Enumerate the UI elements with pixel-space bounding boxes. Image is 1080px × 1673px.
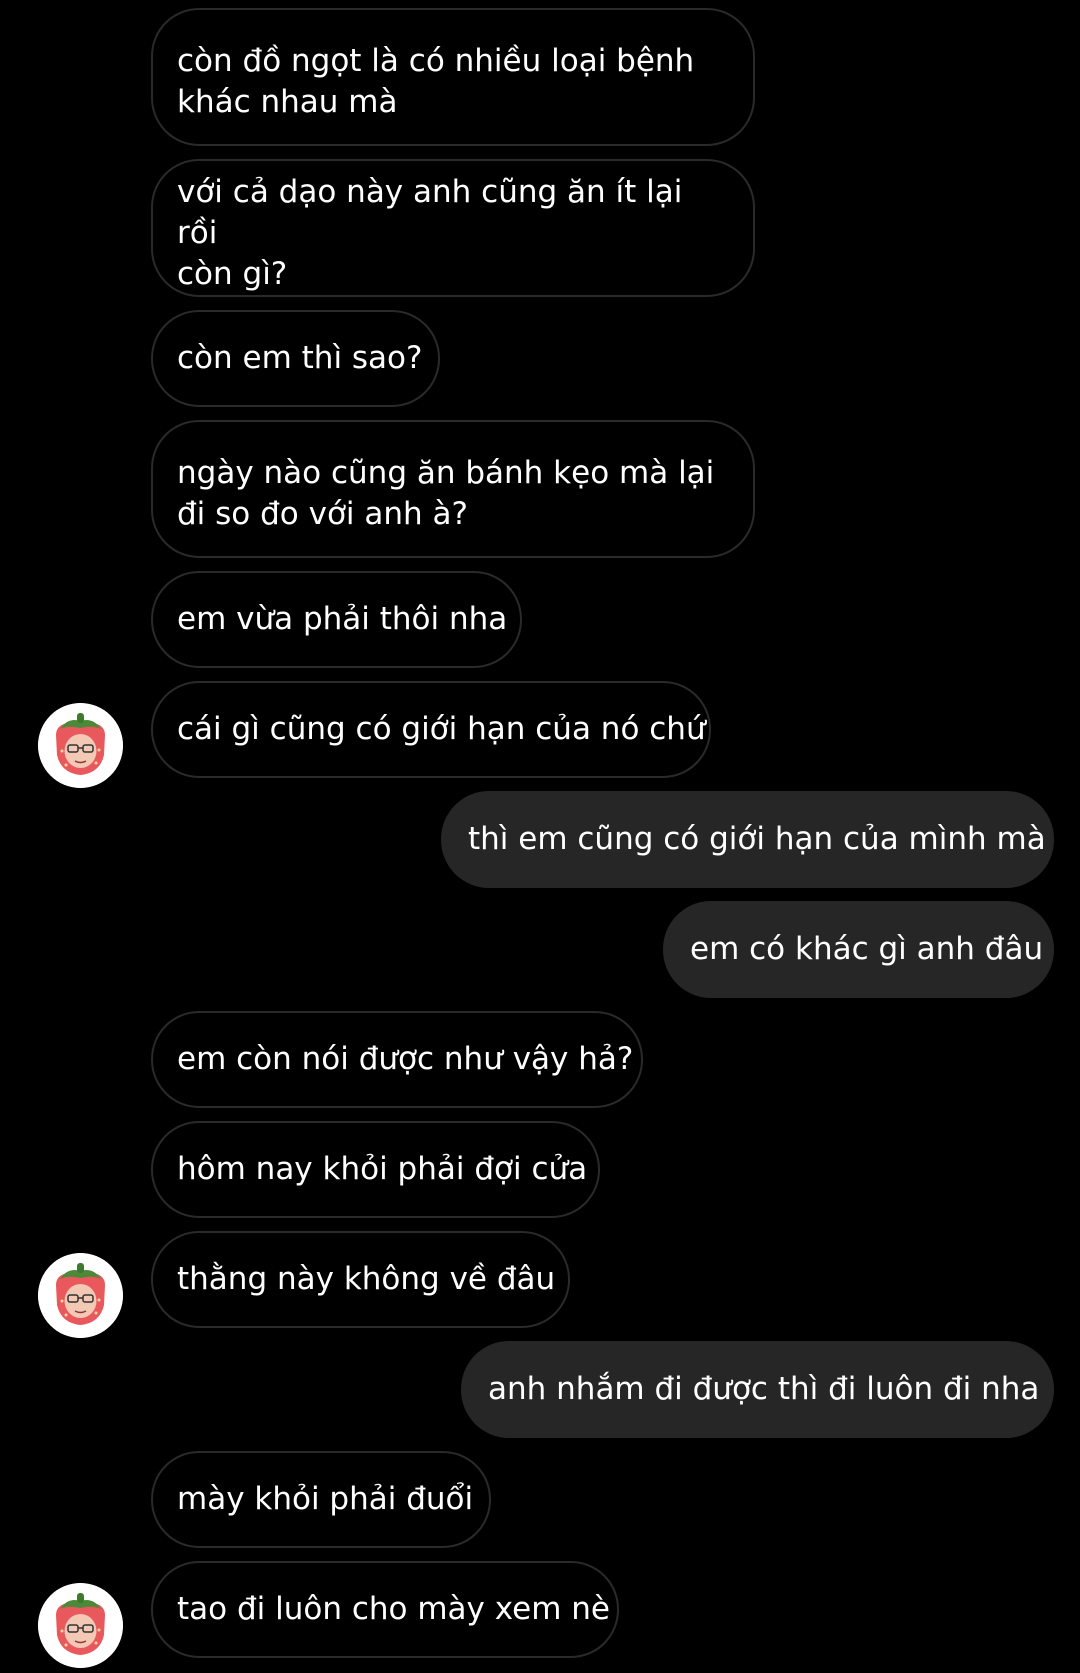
- message-text: mày khỏi phải đuổi: [177, 1481, 474, 1517]
- message-thread[interactable]: còn đồ ngọt là có nhiều loại bệnh khác n…: [0, 0, 1080, 1673]
- message-bubble-incoming[interactable]: em vừa phải thôi nha: [151, 571, 522, 668]
- message-text: em vừa phải thôi nha: [177, 601, 508, 637]
- message-text: thằng này không về đâu: [177, 1261, 556, 1297]
- strawberry-character-avatar-icon: [38, 1583, 123, 1668]
- strawberry-character-avatar-icon: [38, 1253, 123, 1338]
- message-bubble-outgoing[interactable]: anh nhắm đi được thì đi luôn đi nha: [461, 1341, 1054, 1438]
- message-text: hôm nay khỏi phải đợi cửa: [177, 1151, 588, 1187]
- strawberry-character-avatar-icon: [38, 703, 123, 788]
- message-text: còn em thì sao?: [177, 340, 423, 376]
- message-text: cái gì cũng có giới hạn của nó chứ: [177, 711, 706, 747]
- message-text: với cả dạo này anh cũng ăn ít lại rồi cò…: [177, 173, 683, 292]
- message-bubble-incoming[interactable]: hôm nay khỏi phải đợi cửa: [151, 1121, 600, 1218]
- message-bubble-incoming[interactable]: còn đồ ngọt là có nhiều loại bệnh khác n…: [151, 8, 755, 146]
- message-bubble-outgoing[interactable]: em có khác gì anh đâu: [663, 901, 1054, 998]
- message-bubble-incoming[interactable]: cái gì cũng có giới hạn của nó chứ: [151, 681, 711, 778]
- message-bubble-incoming[interactable]: còn em thì sao?: [151, 310, 440, 407]
- message-text: ngày nào cũng ăn bánh kẹo mà lại đi so đ…: [177, 455, 715, 532]
- message-bubble-incoming[interactable]: tao đi luôn cho mày xem nè: [151, 1561, 619, 1658]
- message-bubble-incoming[interactable]: em còn nói được như vậy hả?: [151, 1011, 643, 1108]
- message-text: còn đồ ngọt là có nhiều loại bệnh khác n…: [177, 43, 695, 120]
- message-bubble-incoming[interactable]: ngày nào cũng ăn bánh kẹo mà lại đi so đ…: [151, 420, 755, 558]
- contact-avatar[interactable]: [38, 703, 123, 788]
- message-bubble-incoming[interactable]: thằng này không về đâu: [151, 1231, 570, 1328]
- message-bubble-outgoing[interactable]: thì em cũng có giới hạn của mình mà: [441, 791, 1054, 888]
- message-text: em có khác gì anh đâu: [690, 931, 1044, 967]
- message-bubble-incoming[interactable]: mày khỏi phải đuổi: [151, 1451, 491, 1548]
- message-text: thì em cũng có giới hạn của mình mà: [468, 821, 1046, 857]
- contact-avatar[interactable]: [38, 1253, 123, 1338]
- message-text: anh nhắm đi được thì đi luôn đi nha: [488, 1371, 1040, 1407]
- message-bubble-incoming[interactable]: với cả dạo này anh cũng ăn ít lại rồi cò…: [151, 159, 755, 297]
- message-text: tao đi luôn cho mày xem nè: [177, 1591, 610, 1627]
- message-text: em còn nói được như vậy hả?: [177, 1041, 634, 1077]
- contact-avatar[interactable]: [38, 1583, 123, 1668]
